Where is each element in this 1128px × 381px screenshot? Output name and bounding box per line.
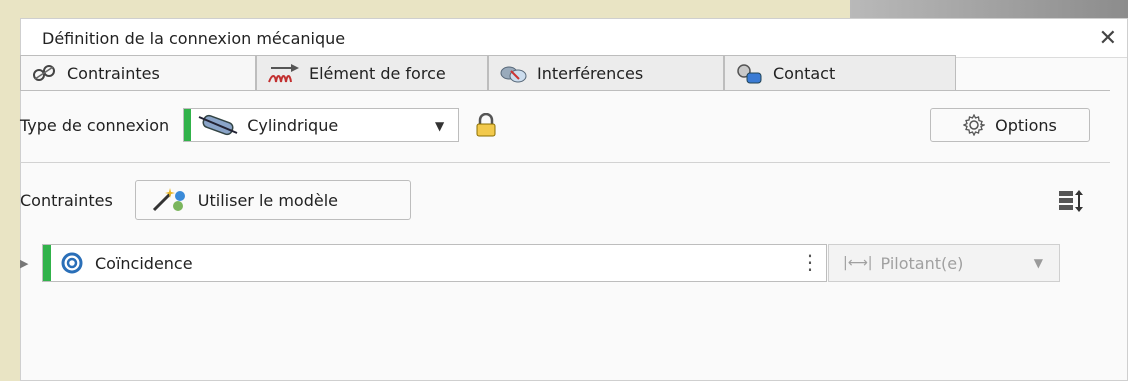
tab-element-de-force[interactable]: Elément de force xyxy=(256,55,488,91)
constraints-toolbar: Contraintes Utiliser le modèle xyxy=(20,180,1090,220)
constraint-mode-value: Pilotant(e) xyxy=(880,253,964,273)
constraint-mode-select[interactable]: |⟷| Pilotant(e) ▼ xyxy=(828,244,1060,282)
tab-label: Contact xyxy=(773,64,836,83)
use-model-button[interactable]: Utiliser le modèle xyxy=(134,180,411,220)
background-window xyxy=(850,0,1128,18)
cylinder-icon xyxy=(198,114,238,136)
tab-bar: Contraintes Elément de force Interférenc… xyxy=(20,55,956,91)
more-options-icon[interactable]: ⋮ xyxy=(800,250,820,274)
connection-row: Type de connexion Cylindrique ▼ Options xyxy=(20,108,1090,142)
spring-force-icon xyxy=(268,63,299,82)
constraints-icon xyxy=(33,65,55,81)
tab-interferences[interactable]: Interférences xyxy=(488,55,724,91)
coincidence-icon xyxy=(61,252,83,274)
dimension-arrow-icon: |⟷| xyxy=(843,255,873,271)
magic-wand-icon xyxy=(152,188,185,212)
contact-icon xyxy=(737,63,762,83)
chevron-down-icon: ▼ xyxy=(1033,256,1043,270)
status-indicator xyxy=(43,245,51,281)
section-divider xyxy=(20,162,1110,163)
tab-label: Contraintes xyxy=(67,63,160,83)
gear-icon xyxy=(963,114,986,136)
options-button[interactable]: Options xyxy=(930,108,1090,142)
tab-contraintes[interactable]: Contraintes xyxy=(20,55,256,91)
chevron-down-icon: ▼ xyxy=(434,119,445,133)
constraints-label: Contraintes xyxy=(20,190,113,210)
dialog-titlebar: Définition de la connexion mécanique ✕ xyxy=(21,19,1127,58)
dialog-title: Définition de la connexion mécanique xyxy=(42,28,346,48)
tab-label: Elément de force xyxy=(309,64,446,83)
tab-label: Interférences xyxy=(537,64,644,83)
constraint-field[interactable]: Coïncidence ⋮ xyxy=(42,244,827,282)
interference-icon xyxy=(500,66,527,82)
tab-divider xyxy=(20,90,1110,91)
connection-type-label: Type de connexion xyxy=(20,115,170,135)
close-icon[interactable]: ✕ xyxy=(1099,26,1119,51)
status-indicator xyxy=(184,109,192,141)
expand-arrow-icon[interactable]: ▶ xyxy=(20,257,42,270)
tab-contact[interactable]: Contact xyxy=(724,55,956,91)
connection-type-value: Cylindrique xyxy=(247,115,339,135)
use-model-label: Utiliser le modèle xyxy=(197,190,338,210)
constraint-row: ▶ Coïncidence ⋮ |⟷| Pilotant(e) ▼ xyxy=(20,244,1060,282)
constraint-name: Coïncidence xyxy=(95,253,193,273)
list-order-icon[interactable] xyxy=(1058,188,1084,214)
lock-icon[interactable] xyxy=(475,113,497,137)
connection-type-select[interactable]: Cylindrique ▼ xyxy=(183,108,460,142)
options-label: Options xyxy=(995,115,1057,135)
